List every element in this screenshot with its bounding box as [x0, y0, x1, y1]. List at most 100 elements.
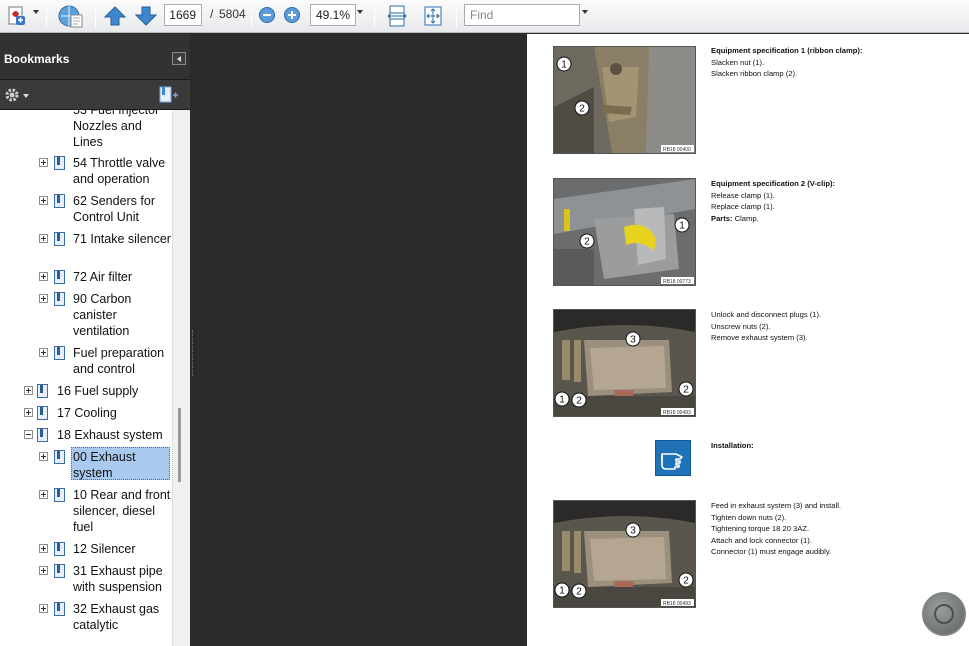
- expand-icon[interactable]: [24, 408, 33, 417]
- step-instructions: Equipment specification 2 (V-clip): Relea…: [711, 178, 891, 224]
- gear-icon[interactable]: [4, 87, 20, 103]
- zoom-level-input[interactable]: 49.1%: [310, 4, 356, 26]
- bookmark-icon: [54, 450, 65, 464]
- bookmark-icon: [37, 406, 48, 420]
- callout-number: 2: [576, 587, 582, 598]
- bookmark-icon: [37, 428, 48, 442]
- bookmark-label[interactable]: 54 Throttle valve and operation: [73, 155, 171, 187]
- instruction-line: Installation:: [711, 441, 754, 450]
- zoom-dropdown-icon[interactable]: [357, 10, 363, 14]
- bookmark-label[interactable]: 17 Cooling: [57, 405, 169, 421]
- expand-icon[interactable]: [39, 272, 48, 281]
- previous-page-icon[interactable]: [103, 5, 127, 27]
- share-icon[interactable]: [55, 3, 85, 29]
- callout-number: 1: [559, 395, 565, 406]
- procedure-photo: 3 1 2 2 RB18 00493: [553, 309, 696, 417]
- instruction-line: Attach and lock connector (1).: [711, 535, 812, 545]
- zoom-out-icon[interactable]: [258, 6, 276, 24]
- callout-number: 2: [576, 396, 582, 407]
- callout-number: 1: [561, 60, 567, 71]
- expand-icon[interactable]: [39, 158, 48, 167]
- expand-icon[interactable]: [24, 386, 33, 395]
- expand-icon[interactable]: [39, 490, 48, 499]
- expand-icon[interactable]: [39, 544, 48, 553]
- bookmark-icon: [54, 270, 65, 284]
- toolbar-separator: [95, 6, 96, 28]
- bookmark-label[interactable]: 16 Fuel supply: [57, 383, 169, 399]
- instruction-line: Feed in exhaust system (3) and install.: [711, 501, 841, 510]
- callout-number: 2: [683, 576, 689, 587]
- bookmarks-scrollbar[interactable]: [172, 110, 190, 646]
- collapse-panel-icon[interactable]: [172, 52, 186, 65]
- instruction-line: Equipment specification 2 (V-clip):: [711, 179, 836, 188]
- expand-icon[interactable]: [39, 604, 48, 613]
- bookmark-label[interactable]: 00 Exhaust system: [73, 449, 171, 481]
- bookmark-label[interactable]: 62 Senders for Control Unit: [73, 193, 171, 225]
- photo-code: RB18 00400: [663, 147, 691, 153]
- bookmark-label[interactable]: Fuel preparation and control: [73, 345, 171, 377]
- expand-icon[interactable]: [39, 348, 48, 357]
- instruction-line: Replace clamp (1).: [711, 202, 775, 212]
- new-bookmark-icon[interactable]: [159, 86, 179, 104]
- bookmark-label[interactable]: 71 Intake silencer: [73, 231, 171, 247]
- bookmark-icon: [54, 292, 65, 306]
- scrollbar-thumb[interactable]: [178, 408, 181, 482]
- instruction-line: Tighten down nuts (2).: [711, 512, 787, 522]
- bookmark-label[interactable]: 12 Silencer: [73, 541, 171, 557]
- callout-number: 1: [559, 586, 565, 597]
- bookmark-icon: [54, 346, 65, 360]
- instruction-line: Tightening torque 18 20 3AZ.: [711, 524, 810, 534]
- step-instructions: Installation:: [711, 440, 891, 452]
- expand-icon[interactable]: [39, 234, 48, 243]
- bookmark-label[interactable]: 18 Exhaust system: [57, 427, 169, 443]
- find-input[interactable]: Find: [464, 4, 580, 26]
- step-instructions: Equipment specification 1 (ribbon clamp)…: [711, 45, 891, 80]
- procedure-photo: 3 1 2 2 RB18 00493: [553, 500, 696, 608]
- callout-number: 2: [683, 385, 689, 396]
- instruction-line: Unlock and disconnect plugs (1).: [711, 310, 822, 319]
- full-screen-icon[interactable]: [422, 4, 444, 28]
- create-pdf-dropdown-icon[interactable]: [33, 10, 39, 14]
- page-navigator-widget[interactable]: [922, 592, 966, 636]
- expand-icon[interactable]: [39, 294, 48, 303]
- bookmark-icon: [54, 564, 65, 578]
- installation-hand-icon: [655, 440, 691, 476]
- bookmark-label[interactable]: 31 Exhaust pipe with suspension: [73, 563, 171, 595]
- expand-icon[interactable]: [39, 452, 48, 461]
- callout-number: 2: [579, 104, 585, 115]
- toolbar-separator: [46, 6, 47, 28]
- toolbar: 1669 / 5804 49.1% Find: [0, 0, 969, 33]
- instruction-line: Connector (1) must engage audibly.: [711, 547, 832, 557]
- find-dropdown-icon[interactable]: [582, 10, 588, 14]
- bookmark-icon: [54, 194, 65, 208]
- fit-width-icon[interactable]: [386, 4, 408, 28]
- instruction-line: Parts: Clamp.: [711, 213, 759, 223]
- page-number-input[interactable]: 1669: [164, 4, 202, 26]
- expand-icon[interactable]: [39, 196, 48, 205]
- create-pdf-icon[interactable]: [5, 5, 29, 27]
- options-dropdown-icon[interactable]: [23, 94, 29, 98]
- photo-code: RB18 00493: [663, 601, 691, 607]
- instruction-line: Remove exhaust system (3).: [711, 333, 808, 343]
- callout-number: 1: [679, 221, 685, 232]
- step-instructions: Feed in exhaust system (3) and install. T…: [711, 500, 891, 558]
- bookmark-label[interactable]: 10 Rear and front silencer, diesel fuel: [73, 487, 171, 535]
- bookmark-icon: [54, 602, 65, 616]
- toolbar-separator: [456, 6, 457, 28]
- toolbar-separator: [374, 6, 375, 28]
- collapse-icon[interactable]: [24, 430, 33, 439]
- callout-number: 2: [584, 237, 590, 248]
- instruction-line: Equipment specification 1 (ribbon clamp)…: [711, 46, 863, 55]
- bookmark-label[interactable]: 90 Carbon canister ventilation: [73, 291, 171, 339]
- bookmark-label[interactable]: 72 Air filter: [73, 269, 171, 285]
- procedure-photo: 1 2 RB18 00400: [553, 46, 696, 154]
- bookmarks-title: Bookmarks: [4, 52, 70, 66]
- bookmark-icon: [54, 232, 65, 246]
- bookmarks-header: Bookmarks: [0, 34, 190, 80]
- instruction-line: Slacken ribbon clamp (2).: [711, 69, 798, 79]
- zoom-in-icon[interactable]: [283, 6, 301, 24]
- expand-icon[interactable]: [39, 566, 48, 575]
- bookmarks-toolbar: [0, 80, 190, 110]
- bookmark-icon: [54, 156, 65, 170]
- next-page-icon[interactable]: [134, 5, 158, 27]
